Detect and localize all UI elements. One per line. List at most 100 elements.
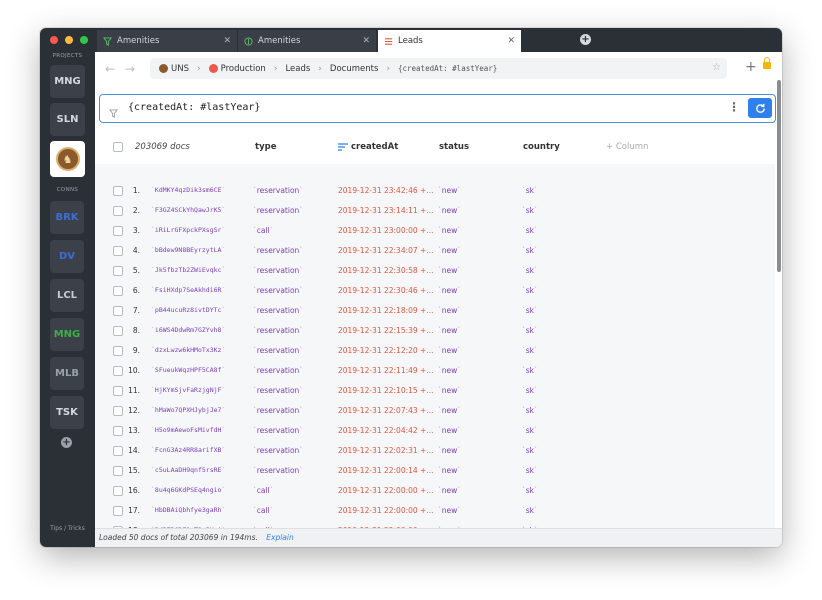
type-cell: `reservation` (253, 406, 304, 415)
status-cell: `new` (438, 426, 462, 435)
project-button[interactable]: MNG (50, 65, 85, 98)
explain-link[interactable]: Explain (266, 533, 293, 542)
refresh-button[interactable] (748, 98, 772, 118)
tab-amenities-2[interactable]: Amenities ✕ (238, 30, 376, 52)
tab-leads[interactable]: Leads ✕ (378, 30, 521, 52)
minimize-window-button[interactable] (65, 36, 73, 44)
table-row[interactable]: 15. `c5uLAaDH9qnf5rsRE` `reservation` 2019-… (95, 460, 775, 480)
row-checkbox[interactable] (113, 326, 123, 336)
breadcrumb-label: UNS (171, 63, 189, 74)
table-row[interactable]: 11. `HjKYmSjvFaRzjgNjF` `reservation` 2019-… (95, 380, 775, 400)
table-row[interactable]: 7. `pB44ucuRz8ivtDYTc` `reservation` 2019-1… (95, 300, 775, 320)
breadcrumb-item-production[interactable]: Production (208, 64, 266, 74)
table-row[interactable]: 13. `H5o9mAewoFsMivfdH` `reservation` 2019-… (95, 420, 775, 440)
connection-button[interactable]: DV (50, 240, 84, 273)
connection-button[interactable]: MLB (50, 357, 84, 390)
close-tab-icon[interactable]: ✕ (223, 36, 231, 46)
row-checkbox[interactable] (113, 246, 123, 256)
column-header-type[interactable]: type (255, 142, 276, 152)
status-cell: `new` (438, 346, 462, 355)
row-checkbox[interactable] (113, 226, 123, 236)
scrollbar-thumb[interactable] (777, 80, 781, 272)
row-checkbox[interactable] (113, 406, 123, 416)
table-row[interactable]: 10. `SFueukWqzHPF5CA8f` `reservation` 2019-… (95, 360, 775, 380)
status-cell: `new` (438, 186, 462, 195)
row-checkbox[interactable] (113, 446, 123, 456)
createdat-cell: 2019-12-31 22:11:49 +... (338, 366, 434, 375)
connection-button[interactable]: MNG (50, 318, 84, 351)
id-cell: `c5uLAaDH9qnf5rsRE` (151, 466, 226, 474)
forward-arrow-icon[interactable]: → (125, 62, 135, 76)
row-checkbox[interactable] (113, 306, 123, 316)
scrollbar[interactable] (776, 52, 782, 528)
add-column-button[interactable]: + Column (606, 142, 648, 152)
table-row[interactable]: 4. `bBdew9N8BEyrzytLA` `reservation` 2019-1… (95, 240, 775, 260)
status-cell: `new` (438, 506, 462, 515)
status-cell: `new` (438, 226, 462, 235)
project-button[interactable]: SLN (50, 103, 85, 136)
tips-link[interactable]: Tips / Tricks (40, 525, 95, 532)
row-checkbox[interactable] (113, 206, 123, 216)
row-checkbox[interactable] (113, 466, 123, 476)
table-row[interactable]: 14. `FcnG3Az4RR8arifXB` `reservation` 2019-… (95, 440, 775, 460)
add-icon[interactable]: + (745, 60, 757, 74)
type-cell: `reservation` (253, 186, 304, 195)
project-button-active[interactable]: ♞ (50, 141, 85, 177)
breadcrumb-item-documents[interactable]: Documents (330, 64, 378, 74)
row-checkbox[interactable] (113, 266, 123, 276)
connection-button[interactable]: LCL (50, 279, 84, 312)
table-row[interactable]: 2. `F3GZ4SCkYhQawJrK5` `reservation` 2019-1… (95, 200, 775, 220)
row-checkbox[interactable] (113, 366, 123, 376)
id-cell: `Jk5fbzTb2ZWiEvqkc` (151, 266, 226, 274)
row-checkbox[interactable] (113, 426, 123, 436)
createdat-cell: 2019-12-31 22:18:09 +... (338, 306, 434, 315)
table-row[interactable]: 6. `FsiHXdp7SeAkhdi6R` `reservation` 2019-1… (95, 280, 775, 300)
select-all-checkbox[interactable] (113, 142, 123, 152)
breadcrumb-item-leads[interactable]: Leads (285, 64, 310, 74)
connection-button[interactable]: BRK (50, 201, 84, 234)
column-header-status[interactable]: status (439, 142, 469, 152)
row-checkbox[interactable] (113, 186, 123, 196)
add-connection-icon[interactable]: + (61, 437, 72, 448)
table-row[interactable]: 1. `KdMKY4qzDik3sm6CE` `reservation` 2019-1… (95, 180, 775, 200)
tab-amenities-1[interactable]: Amenities ✕ (97, 30, 237, 52)
connection-button[interactable]: TSK (50, 396, 84, 429)
maximize-window-button[interactable] (80, 36, 88, 44)
breadcrumb-item-uns[interactable]: UNS (159, 64, 189, 74)
row-checkbox[interactable] (113, 506, 123, 516)
row-checkbox[interactable] (113, 486, 123, 496)
table-row[interactable]: 17. `HbDBAiQbhfye3gaRh` `call` 2019-12-31 2… (95, 500, 775, 520)
chevron-right-icon: › (273, 63, 278, 74)
table-row[interactable]: 3. `iRiLrGFXpckPXsgSr` `call` 2019-12-31 23… (95, 220, 775, 240)
table-row[interactable]: 5. `Jk5fbzTb2ZWiEvqkc` `reservation` 2019-1… (95, 260, 775, 280)
chevron-right-icon: › (318, 63, 322, 74)
row-number: 16. (128, 486, 140, 495)
country-cell: `sk` (522, 486, 538, 495)
row-number: 6. (132, 286, 140, 295)
status-cell: `new` (438, 206, 462, 215)
close-window-button[interactable] (50, 36, 58, 44)
table-row[interactable]: 16. `8u4q6GKdPSEq4ngio` `call` 2019-12-31 2… (95, 480, 775, 500)
new-tab-icon[interactable]: + (580, 34, 591, 45)
table-row[interactable]: 12. `hMaWo7QPXHJybjJe7` `reservation` 2019-… (95, 400, 775, 420)
row-number: 4. (132, 246, 140, 255)
table-row[interactable]: 8. `i6WS4DdwRm7GZYvh8` `reservation` 2019-1… (95, 320, 775, 340)
row-checkbox[interactable] (113, 286, 123, 296)
row-checkbox[interactable] (113, 346, 123, 356)
star-icon[interactable]: ☆ (712, 62, 721, 73)
status-cell: `new` (438, 286, 462, 295)
id-cell: `HjKYmSjvFaRzjgNjF` (151, 386, 226, 394)
table-row[interactable]: 18.`BdPZRCDF8nT2gPYpi``call`2019-12-31 2… (95, 520, 775, 528)
column-header-createdat[interactable]: createdAt (338, 142, 398, 152)
row-number: 7. (132, 306, 140, 315)
close-tab-icon[interactable]: ✕ (362, 36, 370, 46)
type-cell: `reservation` (253, 206, 304, 215)
row-checkbox[interactable] (113, 386, 123, 396)
more-options-icon[interactable]: ⋮ (728, 101, 740, 113)
query-input[interactable]: {createdAt: #lastYear} (128, 102, 260, 113)
column-header-country[interactable]: country (523, 142, 560, 152)
back-arrow-icon[interactable]: ← (105, 62, 115, 76)
close-tab-icon[interactable]: ✕ (507, 36, 515, 46)
lock-icon[interactable] (763, 57, 771, 69)
table-row[interactable]: 9. `dzxLwzw6kHMoTx3Kz` `reservation` 2019-1… (95, 340, 775, 360)
